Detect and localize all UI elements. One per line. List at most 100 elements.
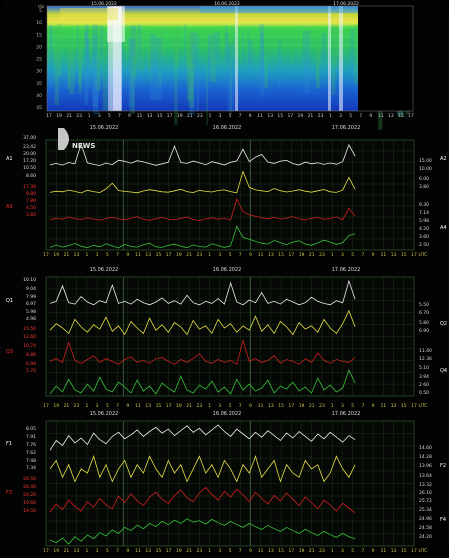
heatmap-x-tick: 17 <box>408 113 414 119</box>
heatmap-x-tick: 3 <box>339 113 342 119</box>
panel-x-tick: 15 <box>278 403 284 409</box>
panel-x-tick: 17 <box>411 548 417 554</box>
right-axis-tick: 10.00 <box>419 166 432 172</box>
panel-date-label: 17.06.2022 <box>332 267 361 273</box>
heatmap-y-tick: 25 <box>36 57 42 63</box>
panel-x-tick: 17 <box>411 252 417 258</box>
right-axis-tick: 25.34 <box>419 507 432 513</box>
right-axis-tick: 24.96 <box>419 516 432 522</box>
panel-x-tick: 9 <box>372 403 375 409</box>
panel-date-label: 15.06.2022 <box>90 411 119 417</box>
heatmap-top-label: 17.06.2022 <box>333 1 359 7</box>
right-axis-tick: 5.98 <box>419 218 429 224</box>
panel-x-tick: 9 <box>249 403 252 409</box>
left-axis-tick: 3.60 <box>26 212 36 218</box>
spectral-streak <box>290 32 293 65</box>
left-axis-tick: 6.97 <box>26 301 36 307</box>
panel-x-tick: 23 <box>319 252 325 258</box>
panel-x-tick: 21 <box>186 252 192 258</box>
left-axis-name: Q1 <box>6 298 13 304</box>
spectrogram-figure: 5 10 15 20 25 30 35 40 45 Hz 15.06.2022 16.06.2022 1… <box>0 0 449 558</box>
left-axis-tick: 5.70 <box>26 368 36 374</box>
right-axis-tick: 26.10 <box>419 490 432 496</box>
right-axis-tick: 14.60 <box>419 445 432 451</box>
panel-x-tick: 17 <box>166 403 172 409</box>
left-axis-tick: 19.50 <box>23 508 36 514</box>
spectral-streak <box>84 31 89 105</box>
left-axis-tick: 10.74 <box>23 343 36 349</box>
heatmap-x-tick: 21 <box>308 113 314 119</box>
heatmap-x-tick: 11 <box>378 113 384 119</box>
heatmap-x-tick: 1 <box>208 113 211 119</box>
right-axis-tick: 3.94 <box>419 374 429 380</box>
panel-grid <box>45 420 415 547</box>
heatmap-y-tick: 45 <box>36 105 42 111</box>
panel-x-tick: 17 <box>288 548 294 554</box>
right-axis-tick: 4.20 <box>419 226 429 232</box>
panel-x-tick: 11 <box>135 403 141 409</box>
panel-x-tick: 13 <box>391 403 397 409</box>
left-axis-name: F3 <box>6 490 12 496</box>
spectral-streak <box>278 41 281 87</box>
right-axis-tick: 5.50 <box>419 302 429 308</box>
panel-x-tick: 11 <box>258 548 264 554</box>
panel-date-label: 15.06.2022 <box>90 125 119 131</box>
heatmap-x-tick: 19 <box>56 113 62 119</box>
spectral-streak <box>184 24 187 81</box>
right-axis-tick: 3.80 <box>419 184 429 190</box>
panel-x-tick: 13 <box>145 548 151 554</box>
heatmap-x-tick: 17 <box>46 113 52 119</box>
panel-x-tick: 21 <box>64 548 70 554</box>
panel-x-tick: 11 <box>380 252 386 258</box>
left-axis-tick: 10.10 <box>23 277 36 283</box>
panel-x-tick: 9 <box>126 548 129 554</box>
panel-x-tick: 19 <box>176 403 182 409</box>
panel-x-tick: 23 <box>196 548 202 554</box>
panel-x-tick: 5 <box>351 548 354 554</box>
panel-x-tick: 11 <box>258 403 264 409</box>
heatmap-x-tick: 5 <box>108 113 111 119</box>
burst-streak <box>339 6 343 111</box>
panel-x-tick: 1 <box>208 548 211 554</box>
left-axis-tick: 17.30 <box>23 184 36 190</box>
right-axis-name: F2 <box>440 463 446 469</box>
left-axis-name: A3 <box>6 204 13 210</box>
spectral-streak <box>128 38 135 108</box>
left-axis-tick: 23.42 <box>23 144 36 150</box>
spectral-streak <box>303 30 305 68</box>
panel-x-tick: 15 <box>401 252 407 258</box>
panel-x-tick: 5 <box>106 252 109 258</box>
panel-x-tick: 5 <box>229 548 232 554</box>
panel-x-tick: 9 <box>126 403 129 409</box>
heatmap-x-tick: 21 <box>187 113 193 119</box>
panel-x-tick: 11 <box>258 252 264 258</box>
spectral-streak <box>95 29 101 91</box>
panel-x-tick: 17 <box>288 403 294 409</box>
left-axis-tick: 17.20 <box>23 158 36 164</box>
heatmap-x-tick: 9 <box>128 113 131 119</box>
right-axis-tick: 5.80 <box>419 320 429 326</box>
panel-x-tick: 13 <box>268 252 274 258</box>
panel-x-tick: 21 <box>186 403 192 409</box>
heatmap-x-tick: 21 <box>66 113 72 119</box>
right-axis-tick: 13.64 <box>419 473 432 479</box>
heatmap-y-tick: 15 <box>36 32 42 38</box>
panel-x-tick: 7 <box>116 548 119 554</box>
panel-x-tick: 3 <box>96 548 99 554</box>
left-axis-tick: 7.91 <box>26 434 36 440</box>
spectral-streak <box>303 30 311 94</box>
heatmap-x-tick: 15 <box>157 113 163 119</box>
spectral-streak <box>174 36 178 125</box>
panel-x-tick: 9 <box>249 548 252 554</box>
right-axis-tick: 7.14 <box>419 210 429 216</box>
left-axis-tick: 20.50 <box>23 476 36 482</box>
right-axis-tick: 24.20 <box>419 534 432 540</box>
burst-streak <box>328 6 331 111</box>
panel-x-tick: 1 <box>208 403 211 409</box>
panel-x-tick: 21 <box>309 403 315 409</box>
heatmap-x-tick: 3 <box>219 113 222 119</box>
panel-x-tick: 13 <box>391 548 397 554</box>
left-axis-tick: 9.80 <box>26 191 36 197</box>
spectral-streak <box>331 25 336 95</box>
panel-x-tick: 17 <box>43 403 49 409</box>
